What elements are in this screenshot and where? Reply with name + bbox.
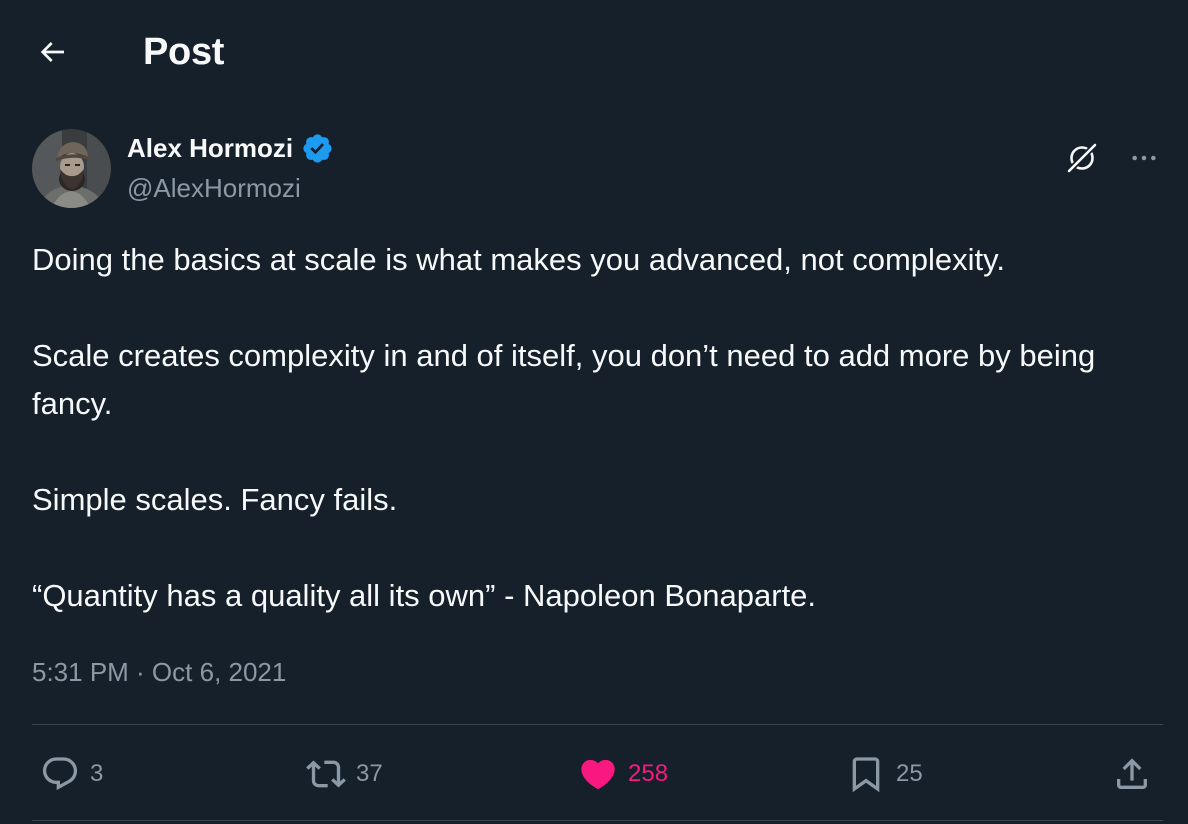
- tweet-text: Doing the basics at scale is what makes …: [32, 236, 1152, 620]
- reply-count: 3: [90, 760, 104, 787]
- share-button[interactable]: [1112, 752, 1152, 796]
- bookmark-button[interactable]: 25: [846, 752, 923, 796]
- author-handle[interactable]: @AlexHormozi: [127, 171, 301, 205]
- post-page: Post Alex Hormozi @AlexHormozi Doing the…: [0, 0, 1188, 824]
- avatar[interactable]: [32, 129, 111, 208]
- repost-button[interactable]: 37: [306, 752, 383, 796]
- like-button[interactable]: 258: [578, 752, 668, 796]
- tweet-paragraph: Simple scales. Fancy fails.: [32, 482, 398, 517]
- page-header: Post: [0, 0, 1188, 104]
- tweet-paragraph: Doing the basics at scale is what makes …: [32, 242, 1005, 277]
- more-options-button[interactable]: [1122, 136, 1166, 180]
- author-name-text: Alex Hormozi: [127, 133, 294, 163]
- profile-photo: [32, 129, 111, 208]
- post-timestamp[interactable]: 5:31 PM · Oct 6, 2021: [32, 654, 286, 690]
- reply-button[interactable]: 3: [40, 752, 103, 796]
- grok-button[interactable]: [1060, 136, 1104, 180]
- page-title: Post: [143, 31, 225, 73]
- tweet-paragraph: “Quantity has a quality all its own” - N…: [32, 578, 817, 613]
- tweet-paragraph: Scale creates complexity in and of itsel…: [32, 338, 1096, 421]
- repost-count: 37: [356, 760, 383, 787]
- reply-icon: [42, 757, 78, 791]
- heart-filled-icon: [581, 759, 615, 790]
- grok-icon: [1066, 142, 1098, 174]
- verified-badge-icon: [303, 133, 332, 163]
- share-icon: [1117, 758, 1147, 789]
- repost-icon: [306, 760, 346, 788]
- like-count: 258: [628, 760, 669, 787]
- bookmark-count: 25: [896, 760, 923, 787]
- divider: [32, 820, 1163, 821]
- divider: [32, 724, 1163, 725]
- more-horizontal-icon: [1132, 155, 1156, 161]
- bookmark-icon: [852, 757, 880, 793]
- back-button[interactable]: [28, 28, 76, 76]
- arrow-left-icon: [40, 42, 64, 62]
- author-name[interactable]: Alex Hormozi: [127, 131, 334, 165]
